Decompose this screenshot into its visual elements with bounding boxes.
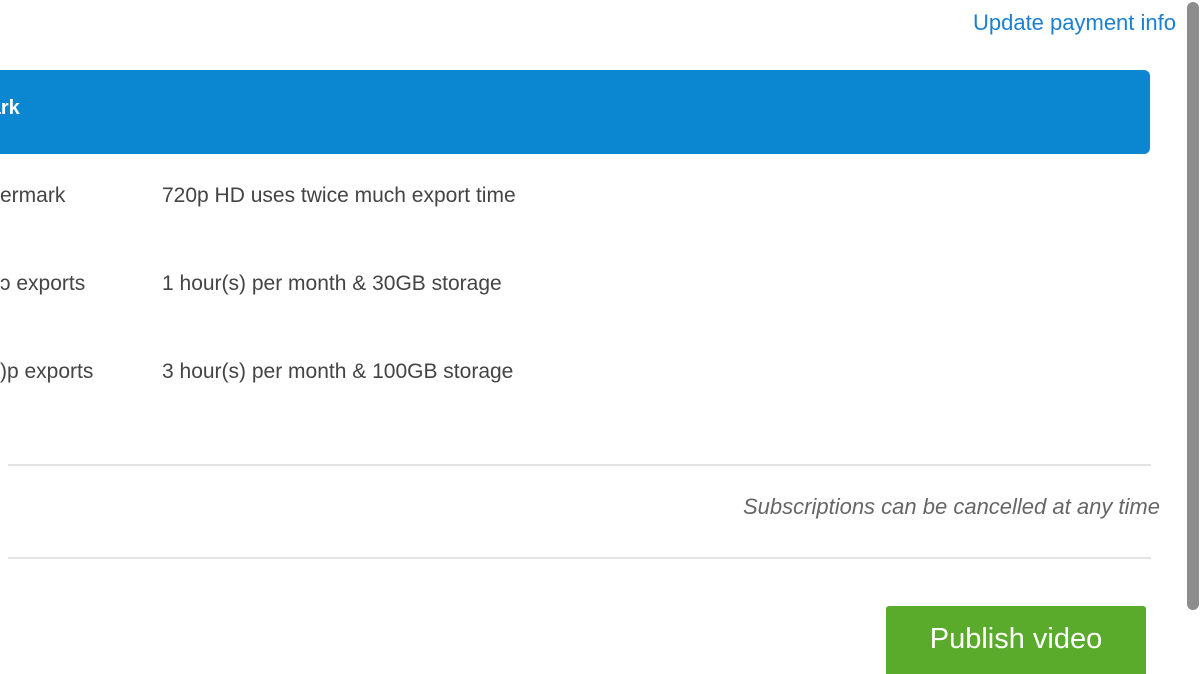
selected-plan-option-bar[interactable]: ermark: [0, 70, 1150, 154]
feature-description: 1 hour(s) per month & 30GB storage: [162, 272, 502, 295]
feature-description: 3 hour(s) per month & 100GB storage: [162, 360, 514, 383]
update-payment-info-link[interactable]: Update payment info: [973, 10, 1176, 36]
divider: [8, 557, 1151, 559]
feature-name: ɔ exports: [0, 272, 86, 295]
payment-panel: Update payment info ermark ermark 720p H…: [0, 0, 1202, 674]
selected-plan-option-label: ermark: [0, 97, 20, 119]
feature-name: ermark: [0, 184, 66, 207]
publish-video-button[interactable]: Publish video: [886, 606, 1146, 674]
scrollbar-thumb[interactable]: [1187, 2, 1199, 610]
divider: [8, 464, 1151, 466]
feature-name: )p exports: [0, 360, 94, 383]
cancellation-note: Subscriptions can be cancelled at any ti…: [742, 494, 1160, 519]
vertical-scrollbar[interactable]: [1184, 0, 1202, 674]
feature-description: 720p HD uses twice much export time: [162, 184, 516, 207]
